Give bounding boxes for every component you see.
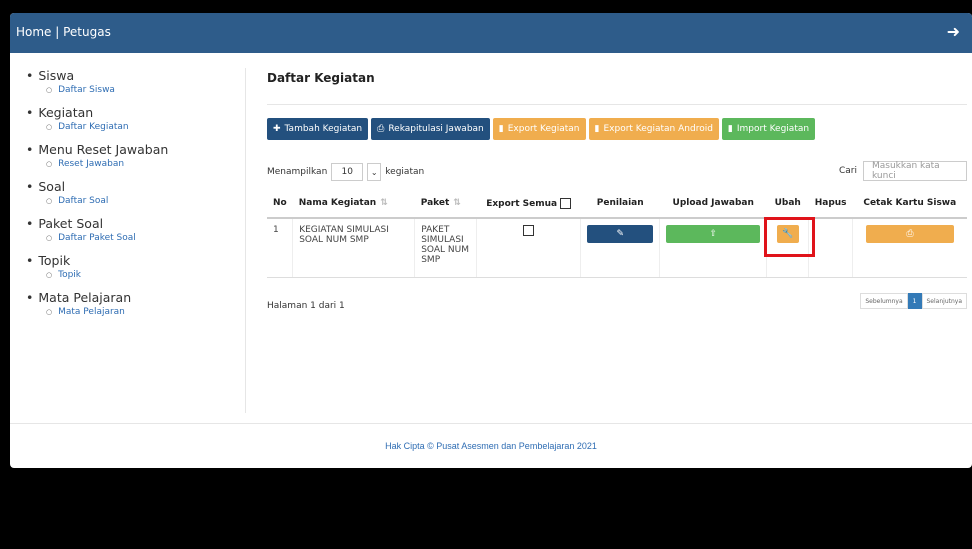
page-title: Daftar Kegiatan [267, 71, 375, 85]
col-paket[interactable]: Paket ⇅ [414, 189, 477, 219]
search-label: Cari [839, 166, 857, 176]
sidebar: Siswa Daftar Siswa Kegiatan Daftar Kegia… [20, 68, 246, 413]
row-export-checkbox[interactable] [523, 225, 535, 236]
next-page-button[interactable]: Selanjutnya [921, 293, 967, 309]
export-kegiatan-button[interactable]: ▮ Export Kegiatan [492, 118, 586, 140]
import-kegiatan-button[interactable]: ▮ Import Kegiatan [721, 118, 816, 140]
sidebar-item-mata-pelajaran[interactable]: Mata Pelajaran [46, 307, 245, 317]
page-length-select[interactable]: 10 [331, 163, 364, 181]
sidebar-title: Siswa [26, 68, 245, 83]
penilaian-button[interactable]: ✎ [587, 225, 654, 243]
cell-export [476, 218, 582, 278]
page-length-control: Menampilkan 10 ⌄ kegiatan [267, 163, 424, 181]
sidebar-group-siswa: Siswa Daftar Siswa [20, 68, 245, 95]
sidebar-group-kegiatan: Kegiatan Daftar Kegiatan [20, 105, 245, 132]
sidebar-item-daftar-soal[interactable]: Daftar Soal [46, 196, 245, 206]
table-header-row: No Nama Kegiatan ⇅ Paket ⇅ Export Semua Pe… [267, 189, 967, 219]
file-icon: ▮ [594, 124, 600, 134]
sidebar-item-daftar-siswa[interactable]: Daftar Siswa [46, 85, 245, 95]
upload-jawaban-button[interactable]: ⇧ [666, 225, 761, 243]
sidebar-item-daftar-paket-soal[interactable]: Daftar Paket Soal [46, 233, 245, 243]
cell-upload: ⇧ [659, 218, 768, 278]
col-hapus: Hapus [808, 189, 853, 219]
sidebar-group-topik: Topik Topik [20, 253, 245, 280]
export-android-label: Export Kegiatan Android [603, 124, 713, 134]
col-penilaian: Penilaian [580, 189, 660, 219]
top-navbar: Home | Petugas ➜ [10, 13, 972, 53]
sign-out-icon[interactable]: ➜ [947, 22, 960, 41]
cell-hapus [808, 218, 854, 278]
sidebar-item-topik[interactable]: Topik [46, 270, 245, 280]
breadcrumb[interactable]: Home | Petugas [16, 25, 111, 39]
prev-page-button[interactable]: Sebelumnya [860, 293, 908, 309]
page-1-button[interactable]: 1 [907, 293, 922, 309]
col-export: Export Semua [476, 189, 581, 219]
sidebar-title: Paket Soal [26, 216, 245, 231]
sidebar-group-reset: Menu Reset Jawaban Reset Jawaban [20, 142, 245, 169]
main-content: Daftar Kegiatan ✚ Tambah Kegiatan ⎙ Reka… [267, 71, 967, 311]
rekap-label: Rekapitulasi Jawaban [388, 124, 484, 134]
cell-cetak: ⎙ [852, 218, 967, 278]
file-icon: ▮ [498, 124, 504, 134]
search-control: Cari Masukkan kata kunci [839, 161, 967, 181]
add-kegiatan-button[interactable]: ✚ Tambah Kegiatan [267, 118, 369, 140]
length-prefix: Menampilkan [267, 167, 328, 177]
search-input[interactable]: Masukkan kata kunci [863, 161, 967, 181]
import-label: Import Kegiatan [736, 124, 810, 134]
col-upload: Upload Jawaban [659, 189, 767, 219]
print-icon: ⎙ [906, 229, 914, 239]
cell-no: 1 [267, 218, 294, 278]
col-nama[interactable]: Nama Kegiatan ⇅ [292, 189, 415, 219]
cetak-kartu-button[interactable]: ⎙ [866, 225, 955, 243]
sidebar-group-paket: Paket Soal Daftar Paket Soal [20, 216, 245, 243]
sidebar-item-reset-jawaban[interactable]: Reset Jawaban [46, 159, 245, 169]
cell-paket: PAKET SIMULASI SOAL NUM SMP [414, 218, 478, 278]
chevron-down-icon[interactable]: ⌄ [367, 163, 382, 181]
sidebar-item-daftar-kegiatan[interactable]: Daftar Kegiatan [46, 122, 245, 132]
export-all-checkbox[interactable] [560, 197, 572, 209]
rekap-jawaban-button[interactable]: ⎙ Rekapitulasi Jawaban [371, 118, 490, 140]
kegiatan-table: No Nama Kegiatan ⇅ Paket ⇅ Export Semua Pe… [267, 189, 967, 278]
app-window: Home | Petugas ➜ Siswa Daftar Siswa Kegi… [10, 13, 972, 468]
highlight-box [764, 217, 815, 257]
cell-nama: KEGIATAN SIMULASI SOAL NUM SMP [292, 218, 416, 278]
pagination: Sebelumnya 1 Selanjutnya [860, 293, 967, 309]
table-row: 1 KEGIATAN SIMULASI SOAL NUM SMP PAKET S… [267, 218, 967, 278]
sidebar-title: Menu Reset Jawaban [26, 142, 245, 157]
sidebar-title: Kegiatan [26, 105, 245, 120]
col-no[interactable]: No [267, 189, 293, 219]
col-paket-label: Paket [420, 198, 450, 208]
export-label: Export Kegiatan [507, 124, 580, 134]
length-suffix: kegiatan [385, 167, 425, 177]
sidebar-group-soal: Soal Daftar Soal [20, 179, 245, 206]
sidebar-group-mapel: Mata Pelajaran Mata Pelajaran [20, 290, 245, 317]
sort-icon: ⇅ [453, 198, 461, 208]
file-icon: ▮ [727, 124, 733, 134]
sidebar-title: Topik [26, 253, 245, 268]
footer-divider [10, 423, 972, 424]
toolbar: ✚ Tambah Kegiatan ⎙ Rekapitulasi Jawaban… [267, 118, 816, 140]
col-export-label: Export Semua [486, 198, 558, 209]
print-icon: ⎙ [377, 124, 385, 134]
sidebar-title: Soal [26, 179, 245, 194]
plus-icon: ✚ [273, 124, 281, 134]
sort-icon: ⇅ [380, 198, 388, 208]
divider [267, 104, 967, 105]
add-kegiatan-label: Tambah Kegiatan [284, 124, 363, 134]
col-nama-label: Nama Kegiatan [298, 198, 377, 208]
sidebar-title: Mata Pelajaran [26, 290, 245, 305]
export-android-button[interactable]: ▮ Export Kegiatan Android [588, 118, 719, 140]
upload-icon: ⇧ [709, 229, 717, 239]
cell-penilaian: ✎ [580, 218, 661, 278]
col-cetak: Cetak Kartu Siswa [852, 189, 967, 219]
footer-copyright: Hak Cipta © Pusat Asesmen dan Pembelajar… [385, 441, 597, 451]
table-info: Halaman 1 dari 1 [267, 301, 345, 311]
pencil-icon: ✎ [616, 229, 624, 239]
col-ubah: Ubah [766, 189, 809, 219]
